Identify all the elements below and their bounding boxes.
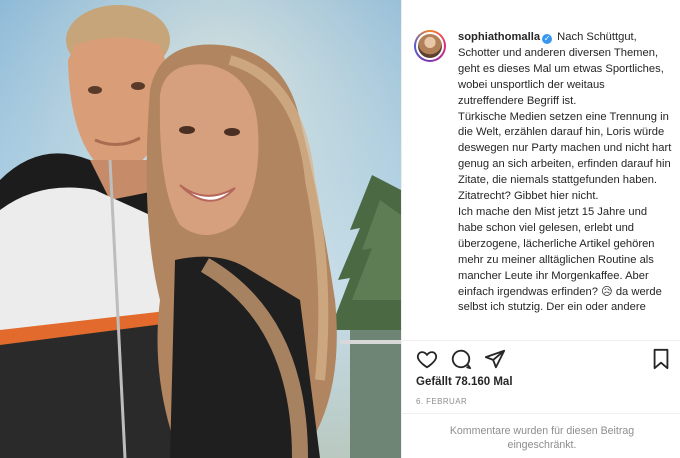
caption-line-2: Türkische Medien setzen eine Trennung in… xyxy=(458,110,672,187)
share-icon[interactable] xyxy=(484,348,506,370)
post-photo[interactable] xyxy=(0,0,401,458)
caption-line-3: Zitatrecht? Gibbet hier nicht. xyxy=(458,190,599,203)
divider xyxy=(402,340,680,341)
divider xyxy=(402,413,680,414)
post-date[interactable]: 6. FEBRUAR xyxy=(416,397,467,406)
post-caption: sophiathomalla ✓ Nach Schüttgut, Schotter… xyxy=(458,30,672,332)
comments-restricted-notice: Kommentare wurden für diesen Beitrag ein… xyxy=(449,425,635,451)
heart-icon[interactable] xyxy=(416,348,438,370)
post-details-panel: sophiathomalla ✓ Nach Schüttgut, Schotter… xyxy=(401,0,680,458)
action-bar xyxy=(414,346,672,372)
verified-badge-icon: ✓ xyxy=(542,34,553,44)
avatar[interactable] xyxy=(414,30,446,62)
likes-count[interactable]: Gefällt 78.160 Mal xyxy=(416,376,513,388)
avatar-image xyxy=(416,32,444,60)
couple-selfie-image xyxy=(0,0,401,458)
comment-icon[interactable] xyxy=(450,348,472,370)
caption-line-4: Ich mache den Mist jetzt 15 Jahre und ha… xyxy=(458,205,662,314)
username-link[interactable]: sophiathomalla xyxy=(458,31,540,43)
bookmark-icon[interactable] xyxy=(650,348,672,370)
